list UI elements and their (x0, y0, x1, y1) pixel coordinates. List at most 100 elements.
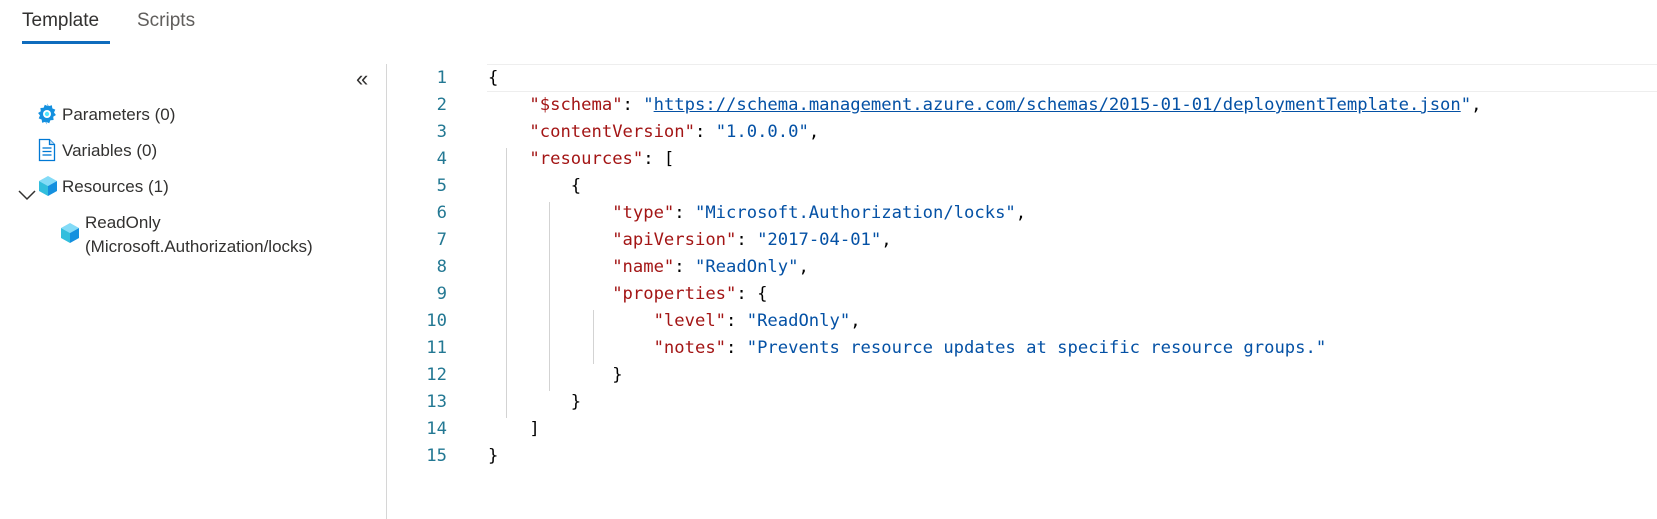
line-text: "resources": [ (488, 145, 674, 173)
gear-icon (38, 103, 56, 125)
line-text: "$schema": "https://schema.management.az… (488, 91, 1481, 119)
line-number: 5 (436, 176, 447, 196)
code-line[interactable]: 9 "properties": { (387, 280, 1657, 308)
json-punctuation: { (570, 176, 582, 196)
json-string: " (1460, 95, 1472, 115)
line-number: 11 (426, 338, 447, 358)
active-tab-indicator (22, 41, 110, 44)
code-line[interactable]: 2 "$schema": "https://schema.management.… (387, 91, 1657, 119)
code-line[interactable]: 15} (387, 442, 1657, 470)
json-punctuation: } (570, 392, 582, 412)
json-punctuation: : [ (643, 149, 675, 169)
json-string: "2017-04-01" (757, 230, 882, 250)
code-line[interactable]: 11 "notes": "Prevents resource updates a… (387, 334, 1657, 362)
json-punctuation: : (622, 95, 644, 115)
json-punctuation: , (850, 311, 861, 331)
line-text: "type": "Microsoft.Authorization/locks", (488, 199, 1026, 227)
line-text: { (488, 172, 581, 200)
json-punctuation: ] (529, 419, 540, 439)
json-key: "name" (612, 257, 675, 277)
document-icon (38, 138, 56, 162)
chevron-down-icon[interactable] (16, 184, 38, 206)
json-key: "$schema" (529, 95, 623, 115)
json-punctuation: , (1471, 95, 1482, 115)
line-text: "apiVersion": "2017-04-01", (488, 226, 892, 254)
json-key: "notes" (653, 338, 727, 358)
json-punctuation: : (674, 257, 695, 277)
cube-icon (61, 223, 79, 243)
json-string: "1.0.0.0" (715, 122, 809, 142)
line-text: } (488, 388, 581, 416)
json-string: "Prevents resource updates at specific r… (746, 338, 1327, 358)
line-text: "contentVersion": "1.0.0.0", (488, 118, 819, 146)
json-punctuation: , (808, 122, 820, 142)
code-line[interactable]: 12 } (387, 361, 1657, 389)
json-key: "contentVersion" (529, 122, 695, 142)
code-line[interactable]: 14 ] (387, 415, 1657, 443)
line-number: 9 (436, 284, 447, 304)
line-text: } (488, 442, 498, 470)
code-line[interactable]: 8 "name": "ReadOnly", (387, 253, 1657, 281)
line-number: 3 (436, 122, 447, 142)
cube-icon (39, 176, 57, 196)
json-punctuation: , (881, 230, 892, 250)
code-line[interactable]: 3 "contentVersion": "1.0.0.0", (387, 118, 1657, 146)
json-punctuation: : (736, 230, 758, 250)
code-line[interactable]: 7 "apiVersion": "2017-04-01", (387, 226, 1657, 254)
code-line[interactable]: 1{ (387, 64, 1657, 92)
line-text: { (488, 64, 498, 92)
json-string: "ReadOnly" (694, 257, 799, 277)
line-text: ] (488, 415, 540, 443)
line-number: 6 (436, 203, 447, 223)
json-punctuation: { (488, 68, 499, 88)
json-punctuation: } (612, 365, 623, 385)
tree-item-label: Variables (0) (62, 141, 158, 160)
code-line[interactable]: 6 "type": "Microsoft.Authorization/locks… (387, 199, 1657, 227)
schema-link[interactable]: https://schema.management.azure.com/sche… (654, 95, 1461, 115)
line-number: 12 (426, 365, 447, 385)
code-line[interactable]: 4 "resources": [ (387, 145, 1657, 173)
code-editor[interactable]: 1{2 "$schema": "https://schema.managemen… (386, 64, 1657, 519)
json-punctuation: : (726, 338, 747, 358)
json-punctuation: , (1015, 203, 1027, 223)
line-number: 14 (426, 419, 447, 439)
json-key: "type" (612, 203, 675, 223)
code-line[interactable]: 13 } (387, 388, 1657, 416)
line-number: 2 (436, 95, 447, 115)
tree-item-label: Parameters (0) (62, 105, 176, 124)
code-line[interactable]: 5 { (387, 172, 1657, 200)
line-number: 13 (426, 392, 447, 412)
line-number: 8 (436, 257, 447, 277)
json-punctuation: : (674, 203, 695, 223)
json-punctuation: , (798, 257, 809, 277)
line-number: 15 (426, 446, 447, 466)
line-text: "notes": "Prevents resource updates at s… (488, 334, 1327, 362)
line-number: 4 (436, 149, 447, 169)
code-line[interactable]: 10 "level": "ReadOnly", (387, 307, 1657, 335)
line-number: 10 (426, 311, 447, 331)
tree-item-label: ReadOnly (85, 213, 161, 232)
tab-scripts[interactable]: Scripts (137, 8, 195, 34)
json-string: "Microsoft.Authorization/locks" (694, 203, 1016, 223)
line-number: 1 (436, 68, 447, 88)
json-string: " (643, 95, 654, 115)
json-key: "apiVersion" (612, 230, 737, 250)
line-number: 7 (436, 230, 447, 250)
tree-item-sublabel: (Microsoft.Authorization/locks) (85, 237, 313, 256)
json-punctuation: } (488, 446, 499, 466)
collapse-sidebar-icon[interactable]: « (356, 68, 376, 90)
tree-item-label: Resources (1) (62, 177, 169, 196)
tab-template[interactable]: Template (22, 8, 99, 34)
